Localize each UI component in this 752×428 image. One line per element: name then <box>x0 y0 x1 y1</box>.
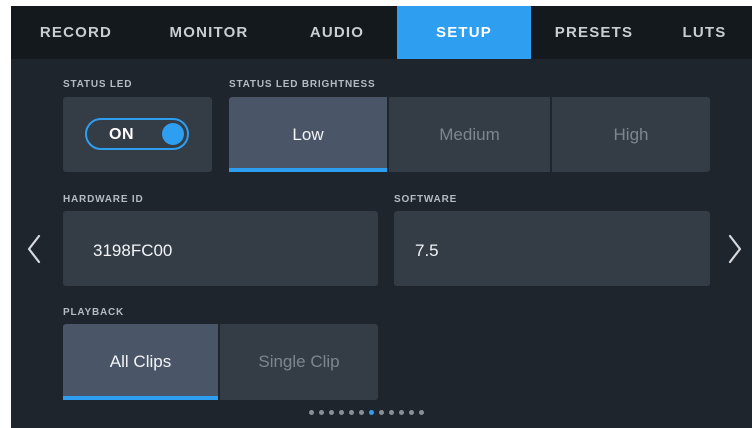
chevron-left-icon[interactable] <box>25 232 45 266</box>
status-led-toggle[interactable]: ON <box>85 118 189 150</box>
tab-presets[interactable]: PRESETS <box>531 6 657 59</box>
status-led-label: STATUS LED <box>63 79 133 90</box>
page-dot[interactable] <box>349 410 354 415</box>
playback-option-all-clips-label: All Clips <box>109 352 172 371</box>
tab-audio[interactable]: AUDIO <box>277 6 397 59</box>
status-led-toggle-value: ON <box>109 126 134 143</box>
brightness-option-high-label: High <box>613 124 649 144</box>
tab-record[interactable]: RECORD <box>11 6 141 59</box>
brightness-option-low-label: Low <box>292 124 324 144</box>
page-dot[interactable] <box>369 410 374 415</box>
software-value: 7.5 <box>415 241 439 260</box>
page-dot[interactable] <box>409 410 414 415</box>
status-led-tile: ON <box>63 97 212 172</box>
page-dot[interactable] <box>419 410 424 415</box>
hardware-id-field: 3198FC00 <box>63 211 378 286</box>
setup-screen: RECORD MONITOR AUDIO SETUP PRESETS LUTS … <box>11 6 752 428</box>
page-dot[interactable] <box>399 410 404 415</box>
page-dot[interactable] <box>379 410 384 415</box>
tab-bar: RECORD MONITOR AUDIO SETUP PRESETS LUTS <box>11 6 752 59</box>
brightness-option-medium[interactable]: Medium <box>389 97 550 172</box>
status-led-brightness-label: STATUS LED BRIGHTNESS <box>229 79 376 90</box>
hardware-id-label: HARDWARE ID <box>63 194 144 205</box>
software-label: SOFTWARE <box>394 194 458 205</box>
page-indicator <box>309 410 424 415</box>
playback-label: PLAYBACK <box>63 307 125 318</box>
playback-option-single-clip[interactable]: Single Clip <box>220 324 378 400</box>
page-dot[interactable] <box>389 410 394 415</box>
toggle-knob <box>162 123 184 145</box>
software-field: 7.5 <box>394 211 710 286</box>
page-dot[interactable] <box>319 410 324 415</box>
brightness-option-low[interactable]: Low <box>229 97 387 172</box>
selected-indicator <box>63 396 218 400</box>
tab-luts[interactable]: LUTS <box>657 6 752 59</box>
tab-setup[interactable]: SETUP <box>397 6 531 59</box>
playback-option-single-clip-label: Single Clip <box>258 352 340 371</box>
brightness-option-medium-label: Medium <box>439 124 500 144</box>
selected-indicator <box>229 168 387 172</box>
page-dot[interactable] <box>339 410 344 415</box>
tab-monitor[interactable]: MONITOR <box>141 6 277 59</box>
page-dot[interactable] <box>329 410 334 415</box>
chevron-right-icon[interactable] <box>724 232 744 266</box>
page-dot[interactable] <box>359 410 364 415</box>
playback-option-all-clips[interactable]: All Clips <box>63 324 218 400</box>
page-dot[interactable] <box>309 410 314 415</box>
brightness-option-high[interactable]: High <box>552 97 710 172</box>
hardware-id-value: 3198FC00 <box>93 241 173 260</box>
